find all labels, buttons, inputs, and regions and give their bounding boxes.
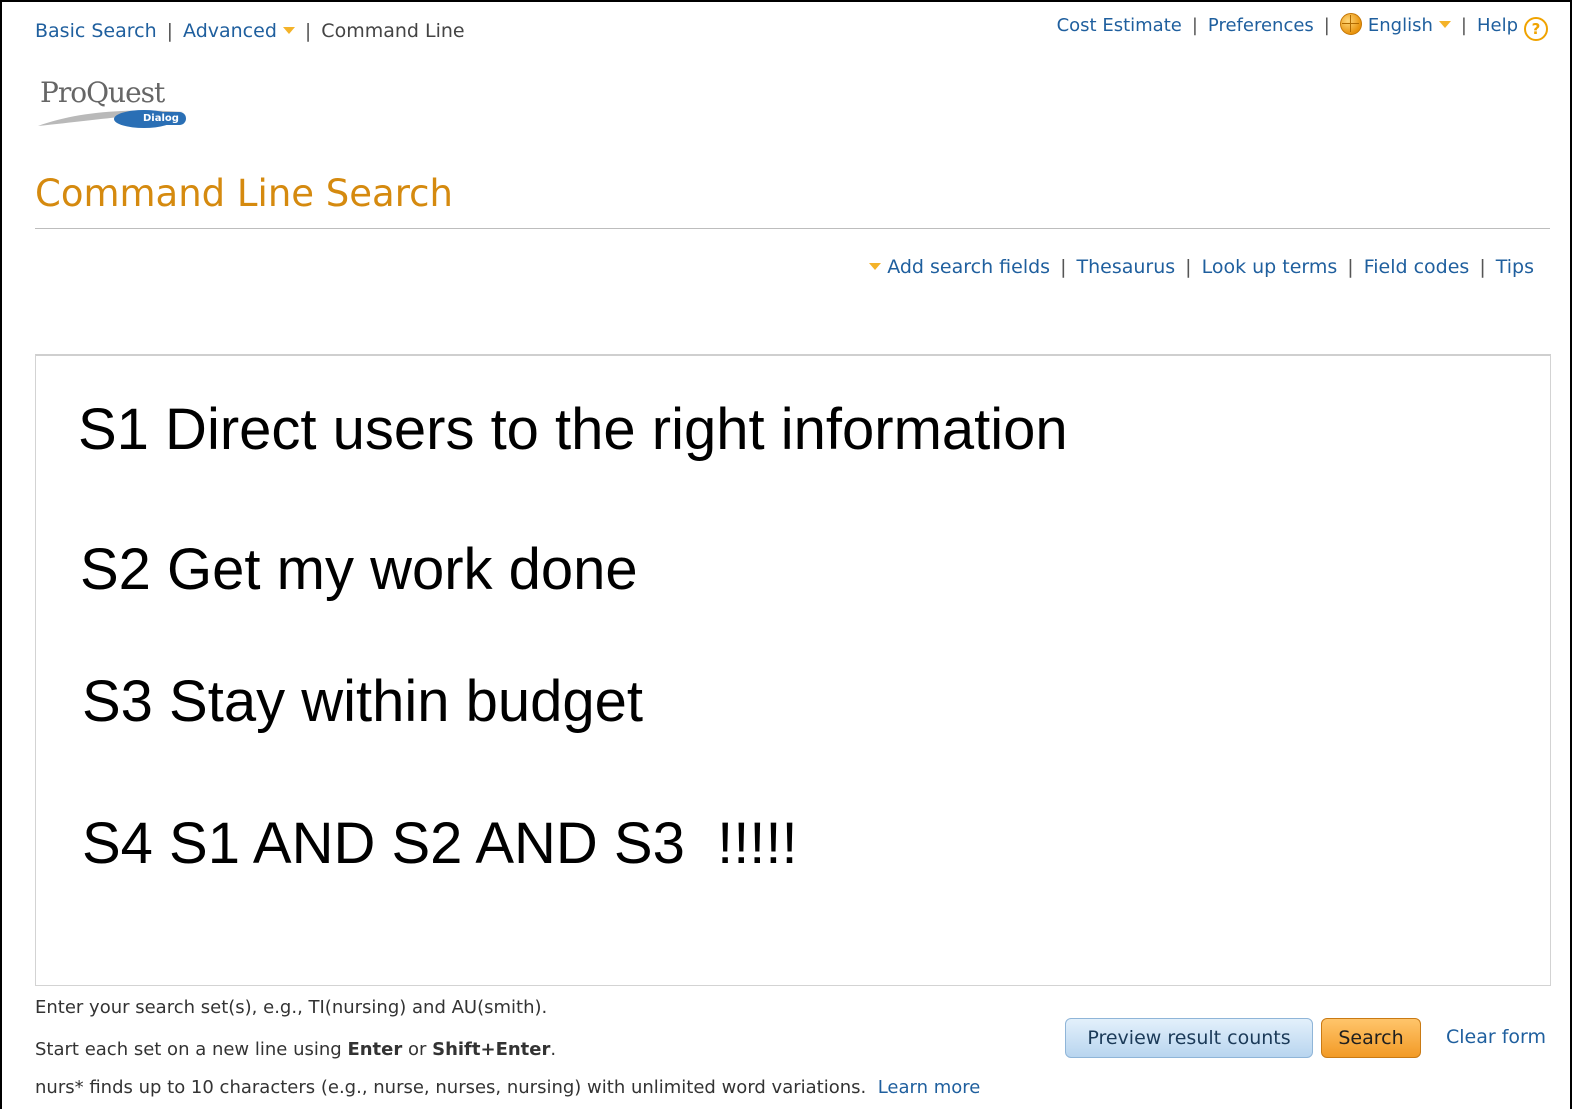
globe-icon: [1339, 13, 1362, 35]
hint-text: Start each set on a new line using: [35, 1039, 348, 1060]
help-label: Help: [1476, 15, 1518, 36]
nav-separator: |: [1060, 256, 1067, 278]
search-set-line: S4 S1 AND S2 AND S3 !!!!!: [82, 811, 798, 876]
nav-separator: |: [1347, 256, 1354, 278]
advanced-search-link[interactable]: Advanced: [183, 20, 295, 42]
language-selector[interactable]: English: [1339, 13, 1451, 36]
nav-separator: |: [304, 20, 312, 42]
clear-form-link[interactable]: Clear form: [1446, 1026, 1546, 1048]
basic-search-link[interactable]: Basic Search: [35, 20, 157, 42]
tips-link[interactable]: Tips: [1496, 256, 1534, 278]
nav-separator: |: [1323, 15, 1330, 36]
search-tools: Add search fields | Thesaurus | Look up term…: [869, 256, 1534, 278]
nav-separator: |: [1185, 256, 1192, 278]
caret-down-icon: [869, 263, 882, 270]
hint-key-shift-enter: Shift+Enter: [432, 1039, 551, 1060]
hint-example: Enter your search set(s), e.g., TI(nursi…: [35, 997, 548, 1018]
field-codes-link[interactable]: Field codes: [1364, 256, 1470, 278]
preview-result-counts-button[interactable]: Preview result counts: [1065, 1018, 1313, 1058]
proquest-logo[interactable]: ProQuest Dialog: [36, 76, 196, 138]
logo-subtitle: Dialog: [136, 112, 186, 125]
language-label: English: [1367, 15, 1433, 36]
search-set-line: S1 Direct users to the right information: [78, 397, 1068, 462]
search-set-line: S2 Get my work done: [80, 537, 638, 602]
preferences-link[interactable]: Preferences: [1208, 15, 1314, 36]
thesaurus-link[interactable]: Thesaurus: [1076, 256, 1175, 278]
hint-text: or: [402, 1039, 433, 1060]
command-line-current: Command Line: [321, 20, 465, 42]
search-button[interactable]: Search: [1321, 1018, 1421, 1058]
hint-text: nurs* finds up to 10 characters (e.g., n…: [35, 1077, 867, 1098]
cost-estimate-link[interactable]: Cost Estimate: [1057, 15, 1182, 36]
hint-truncation: nurs* finds up to 10 characters (e.g., n…: [35, 1077, 980, 1098]
hint-new-line: Start each set on a new line using Enter…: [35, 1039, 556, 1060]
nav-separator: |: [1479, 256, 1486, 278]
caret-down-icon: [1438, 21, 1451, 28]
caret-down-icon: [282, 27, 295, 34]
nav-separator: |: [1191, 15, 1198, 36]
nav-separator: |: [1460, 15, 1467, 36]
utility-nav: Cost Estimate | Preferences | English | Help?: [1057, 13, 1548, 41]
hint-key-enter: Enter: [347, 1039, 403, 1060]
look-up-terms-link[interactable]: Look up terms: [1202, 256, 1338, 278]
page-title: Command Line Search: [35, 172, 453, 215]
help-link[interactable]: Help?: [1476, 15, 1548, 41]
search-mode-nav: Basic Search | Advanced | Command Line: [35, 20, 465, 42]
search-set-line: S3 Stay within budget: [82, 669, 644, 734]
command-line-input[interactable]: S1 Direct users to the right information…: [35, 354, 1551, 986]
hint-text: .: [550, 1039, 557, 1060]
learn-more-link[interactable]: Learn more: [878, 1077, 981, 1098]
nav-separator: |: [166, 20, 174, 42]
add-search-fields-link[interactable]: Add search fields: [869, 256, 1050, 278]
add-search-fields-label: Add search fields: [887, 256, 1051, 278]
help-circle-icon: ?: [1524, 17, 1548, 41]
title-divider: [35, 228, 1550, 229]
advanced-label: Advanced: [183, 20, 277, 42]
